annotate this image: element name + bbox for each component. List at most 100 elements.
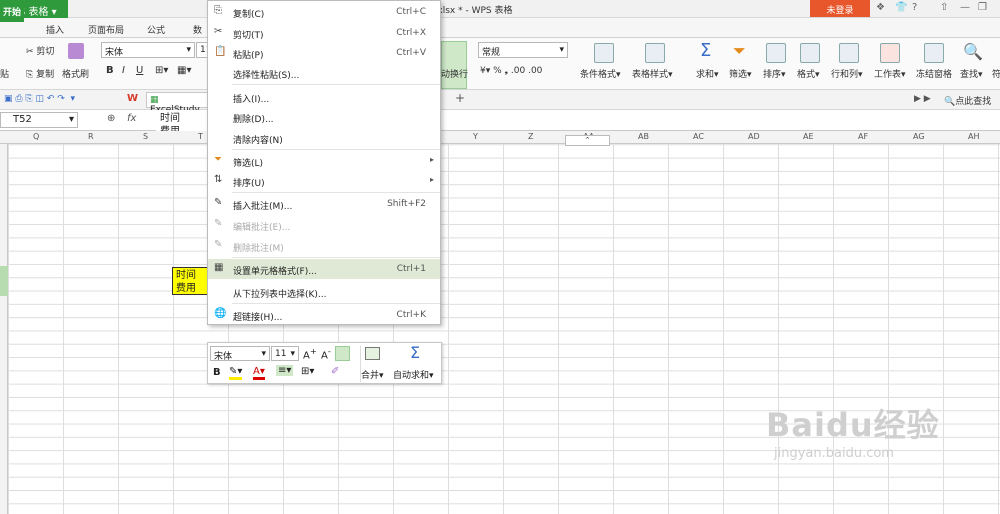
col-header[interactable]: S <box>143 132 148 141</box>
table-style-icon[interactable] <box>645 43 665 63</box>
freeze-button[interactable]: 冻结窗格 <box>916 67 952 80</box>
highlight-icon[interactable]: ✎▾ <box>229 366 243 380</box>
table-style-button[interactable]: 表格样式▾ <box>632 67 673 80</box>
paste-button[interactable]: 贴 <box>0 67 9 80</box>
underline-button[interactable]: U <box>136 65 143 76</box>
selected-row-header[interactable] <box>0 266 8 296</box>
cond-format-icon[interactable] <box>594 43 614 63</box>
menu-item-paste[interactable]: 📋 粘贴(P) Ctrl+V <box>208 43 440 63</box>
font-select[interactable]: 宋体 ▾ <box>101 42 195 58</box>
menu-item-hyperlink[interactable]: 🌐 超链接(H)... Ctrl+K <box>208 305 440 325</box>
find-button[interactable]: 查找▾ <box>960 67 983 80</box>
format-painter-icon[interactable] <box>68 43 84 59</box>
find-icon[interactable]: 🔍 <box>963 42 983 61</box>
menu-item-copy[interactable]: ⎘ 复制(C) Ctrl+C <box>208 2 440 22</box>
quick-icons[interactable]: ▣ ⎙ ⎘ ◫ ↶ ↷ ▾ <box>4 94 75 104</box>
mini-bold-button[interactable]: B <box>213 367 221 378</box>
menu-item-paste-special[interactable]: 选择性粘贴(S)... <box>208 63 440 83</box>
nav-icons[interactable]: ▶ ▶ <box>914 94 931 104</box>
row-col-icon[interactable] <box>839 43 859 63</box>
fx-button[interactable]: fx <box>127 113 136 124</box>
border-button[interactable]: ⊞▾ <box>155 65 168 76</box>
cut-button[interactable]: ✂ 剪切 <box>26 44 54 57</box>
autosum-button[interactable]: 自动求和▾ <box>393 368 434 381</box>
tab-data[interactable]: 数 <box>193 23 202 36</box>
name-box[interactable]: T52 ▾ <box>0 112 78 128</box>
shrink-font-icon[interactable]: A- <box>321 346 331 361</box>
mini-size-select[interactable]: 11 ▾ <box>271 346 299 361</box>
col-header[interactable]: AC <box>693 132 704 141</box>
shirt-icon[interactable]: 👕 <box>895 2 907 13</box>
menu-item-clear-contents[interactable]: 清除内容(N) <box>208 128 440 148</box>
menu-divider <box>232 149 440 150</box>
menu-item-insert-comment[interactable]: ✎ 插入批注(M)... Shift+F2 <box>208 194 440 214</box>
col-header[interactable]: Z <box>528 132 533 141</box>
upload-icon[interactable]: ⇧ <box>940 2 948 13</box>
login-button[interactable]: 未登录 <box>810 0 870 17</box>
cond-format-button[interactable]: 条件格式▾ <box>580 67 621 80</box>
maximize-icon[interactable]: ❐ <box>978 2 987 13</box>
copy-button[interactable]: ⎘ 复制 <box>26 67 54 80</box>
filter-icon[interactable]: ⏷ <box>733 41 746 61</box>
menu-item-filter[interactable]: ⏷ 筛选(L) ▸ <box>208 151 440 171</box>
col-header[interactable]: AF <box>858 132 868 141</box>
mini-font-select[interactable]: 宋体 ▾ <box>210 346 270 362</box>
grow-font-icon[interactable]: A+ <box>303 346 317 361</box>
collapse-ribbon-button[interactable]: ⌃ <box>565 135 610 146</box>
merge-button[interactable]: 合并▾ <box>361 368 384 381</box>
worksheet-button[interactable]: 工作表▾ <box>874 67 906 80</box>
autosum-icon[interactable]: Σ <box>410 343 420 362</box>
filter-button[interactable]: 筛选▾ <box>729 67 752 80</box>
currency-button[interactable]: ¥▾ % ❟ .00 .00 <box>480 66 542 76</box>
help-icon[interactable]: ? <box>912 2 917 13</box>
menu-item-format-cells[interactable]: ▦ 设置单元格格式(F)... Ctrl+1 <box>208 259 440 279</box>
number-format-select[interactable]: 常规 ▾ <box>478 42 568 58</box>
format-button[interactable]: 格式▾ <box>797 67 820 80</box>
align-icon[interactable]: ≡▾ <box>276 365 294 376</box>
bold-button[interactable]: B <box>106 65 114 76</box>
skin-icon[interactable]: ❖ <box>876 2 885 13</box>
col-header[interactable]: AE <box>803 132 814 141</box>
format-icon[interactable] <box>800 43 820 63</box>
mini-border-icon[interactable]: ⊞▾ <box>301 366 314 377</box>
menu-item-delete[interactable]: 删除(D)... <box>208 107 440 127</box>
file-tab[interactable]: ▦ ExcelStudy <box>146 92 208 115</box>
col-header[interactable]: Q <box>33 132 39 141</box>
fill-button[interactable]: ▦▾ <box>177 65 191 76</box>
minimize-icon[interactable]: — <box>960 2 970 13</box>
col-header[interactable]: AG <box>913 132 925 141</box>
format-painter-label[interactable]: 格式刷 <box>62 67 89 80</box>
row-col-button[interactable]: 行和列▾ <box>831 67 863 80</box>
col-header[interactable]: AD <box>748 132 760 141</box>
freeze-icon[interactable] <box>924 43 944 63</box>
col-header[interactable]: R <box>88 132 94 141</box>
sum-button[interactable]: 求和▾ <box>696 67 719 80</box>
menu-item-sort[interactable]: ⇅ 排序(U) ▸ <box>208 171 440 191</box>
tab-page-layout[interactable]: 页面布局 <box>88 23 124 36</box>
col-header[interactable]: Y <box>473 132 478 141</box>
search-box[interactable]: 🔍点此查找 <box>944 94 991 107</box>
merge-icon[interactable] <box>365 347 380 360</box>
tab-home[interactable]: 开始 <box>0 1 25 22</box>
worksheet-icon[interactable] <box>880 43 900 63</box>
menu-item-pick-from-list[interactable]: 从下拉列表中选择(K)... <box>208 282 440 302</box>
sort-button[interactable]: 排序▾ <box>763 67 786 80</box>
sort-icon[interactable] <box>766 43 786 63</box>
font-color-icon[interactable]: A▾ <box>253 366 265 380</box>
zoom-icon[interactable]: ⊕ <box>107 113 115 124</box>
mini-eraser-icon[interactable]: ✐ <box>331 366 339 377</box>
new-tab-icon[interactable]: + <box>455 91 465 105</box>
menu-item-insert[interactable]: 插入(I)... <box>208 87 440 107</box>
col-header[interactable]: T <box>198 132 203 141</box>
tab-formulas[interactable]: 公式 <box>147 23 165 36</box>
col-header[interactable]: AH <box>968 132 980 141</box>
mini-wrap-icon[interactable] <box>335 346 350 361</box>
italic-button[interactable]: I <box>122 65 125 76</box>
col-header[interactable]: AB <box>638 132 649 141</box>
selected-cell[interactable]: 时间 费用 <box>172 267 210 295</box>
sum-icon[interactable]: Σ <box>700 40 711 61</box>
wrap-text-button[interactable] <box>441 41 467 89</box>
symbol-button[interactable]: 符 <box>992 67 1000 80</box>
menu-item-cut[interactable]: ✂ 剪切(T) Ctrl+X <box>208 23 440 43</box>
tab-insert[interactable]: 插入 <box>46 23 64 36</box>
